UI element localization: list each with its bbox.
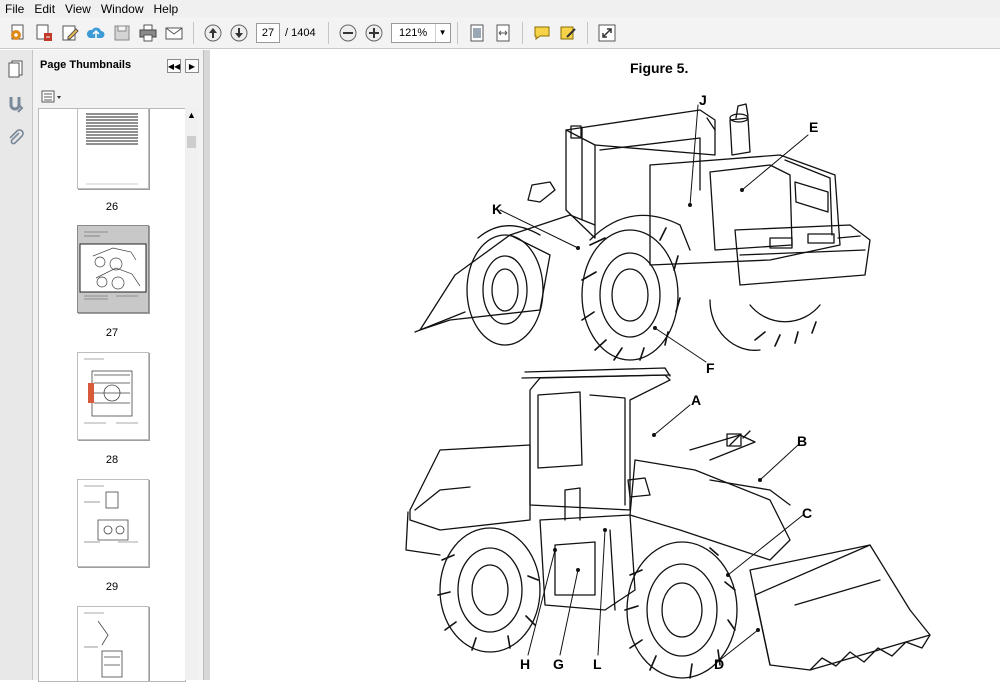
zoom-select[interactable]: 121% ▼ (390, 22, 451, 43)
previous-page-icon[interactable] (201, 21, 225, 45)
menu-bar: File Edit View Window Help (0, 0, 1000, 17)
callout-label: K (492, 201, 503, 217)
panel-title: Page Thumbnails (40, 59, 132, 71)
fit-page-icon[interactable] (465, 21, 489, 45)
menu-view[interactable]: View (60, 2, 96, 16)
callout-label: H (520, 656, 531, 672)
thumbnail-label: 27 (105, 327, 119, 339)
next-page-icon[interactable] (227, 21, 251, 45)
edit-icon[interactable] (58, 21, 82, 45)
thumbnails-panel: Page Thumbnails ◀◀ ▶ 26 27 28 29 ▲ (33, 50, 203, 682)
export-icon[interactable] (32, 21, 56, 45)
thumbnail-label: 26 (105, 201, 119, 213)
callout-label: G (553, 656, 564, 672)
save-icon[interactable] (110, 21, 134, 45)
callout-label: B (797, 433, 808, 449)
thumbnail-page-selected[interactable] (77, 225, 149, 313)
callout-label: J (699, 92, 707, 108)
create-pdf-icon[interactable] (6, 21, 30, 45)
menu-help[interactable]: Help (149, 2, 184, 16)
toolbar-separator (456, 21, 458, 44)
expand-icon[interactable] (595, 21, 619, 45)
chevron-down-icon[interactable]: ▼ (434, 23, 450, 42)
navigation-rail (0, 50, 33, 680)
loader-illustration (405, 103, 931, 679)
thumbnail-label: 28 (105, 454, 119, 466)
collapse-panel-icon[interactable]: ◀◀ (167, 59, 181, 73)
document-view: Figure 5. J E K F A B C H G L D (210, 50, 1000, 680)
zoom-value: 121% (399, 26, 428, 39)
print-icon[interactable] (136, 21, 160, 45)
zoom-out-icon[interactable] (336, 21, 360, 45)
thumbnail-options-button[interactable] (41, 90, 63, 104)
callout-label: A (691, 392, 702, 408)
fit-width-icon[interactable] (491, 21, 515, 45)
sign-icon[interactable] (556, 21, 580, 45)
callout-label: D (714, 656, 725, 672)
thumbnail-page[interactable] (77, 352, 149, 440)
attachments-icon[interactable] (6, 128, 26, 148)
toolbar-separator (327, 21, 329, 44)
callout-label: F (706, 360, 715, 376)
page-number-input[interactable]: 27 (256, 22, 280, 43)
upload-icon[interactable] (84, 21, 108, 45)
scroll-up-icon[interactable]: ▲ (185, 110, 198, 122)
menu-edit[interactable]: Edit (29, 2, 60, 16)
zoom-in-icon[interactable] (362, 21, 386, 45)
callout-label: C (802, 505, 813, 521)
page-total: / 1404 (285, 26, 316, 39)
panel-header: Page Thumbnails ◀◀ ▶ (33, 50, 203, 80)
toolbar-separator (193, 21, 194, 44)
thumbnail-label: 29 (105, 581, 119, 593)
options-icon (41, 90, 61, 103)
comment-icon[interactable] (530, 21, 554, 45)
menu-window[interactable]: Window (96, 2, 149, 16)
thumbnail-list: 26 27 28 29 (38, 108, 186, 682)
thumbnail-page[interactable] (77, 109, 149, 189)
scroll-thumb[interactable] (187, 136, 196, 148)
panel-splitter[interactable] (203, 50, 210, 680)
toolbar: 27 / 1404 121% ▼ (0, 17, 1000, 49)
callout-label: L (593, 656, 602, 672)
bookmarks-icon[interactable] (6, 94, 26, 114)
thumbnail-page[interactable] (77, 606, 149, 681)
thumbnail-scrollbar[interactable]: ▲ (185, 108, 198, 680)
toolbar-separator (586, 21, 588, 44)
thumbnail-page[interactable] (77, 479, 149, 567)
email-icon[interactable] (162, 21, 186, 45)
panel-menu-icon[interactable]: ▶ (185, 59, 199, 73)
callout-label: E (809, 119, 819, 135)
menu-file[interactable]: File (0, 2, 29, 16)
toolbar-separator (521, 21, 523, 44)
pages-icon[interactable] (6, 58, 26, 78)
